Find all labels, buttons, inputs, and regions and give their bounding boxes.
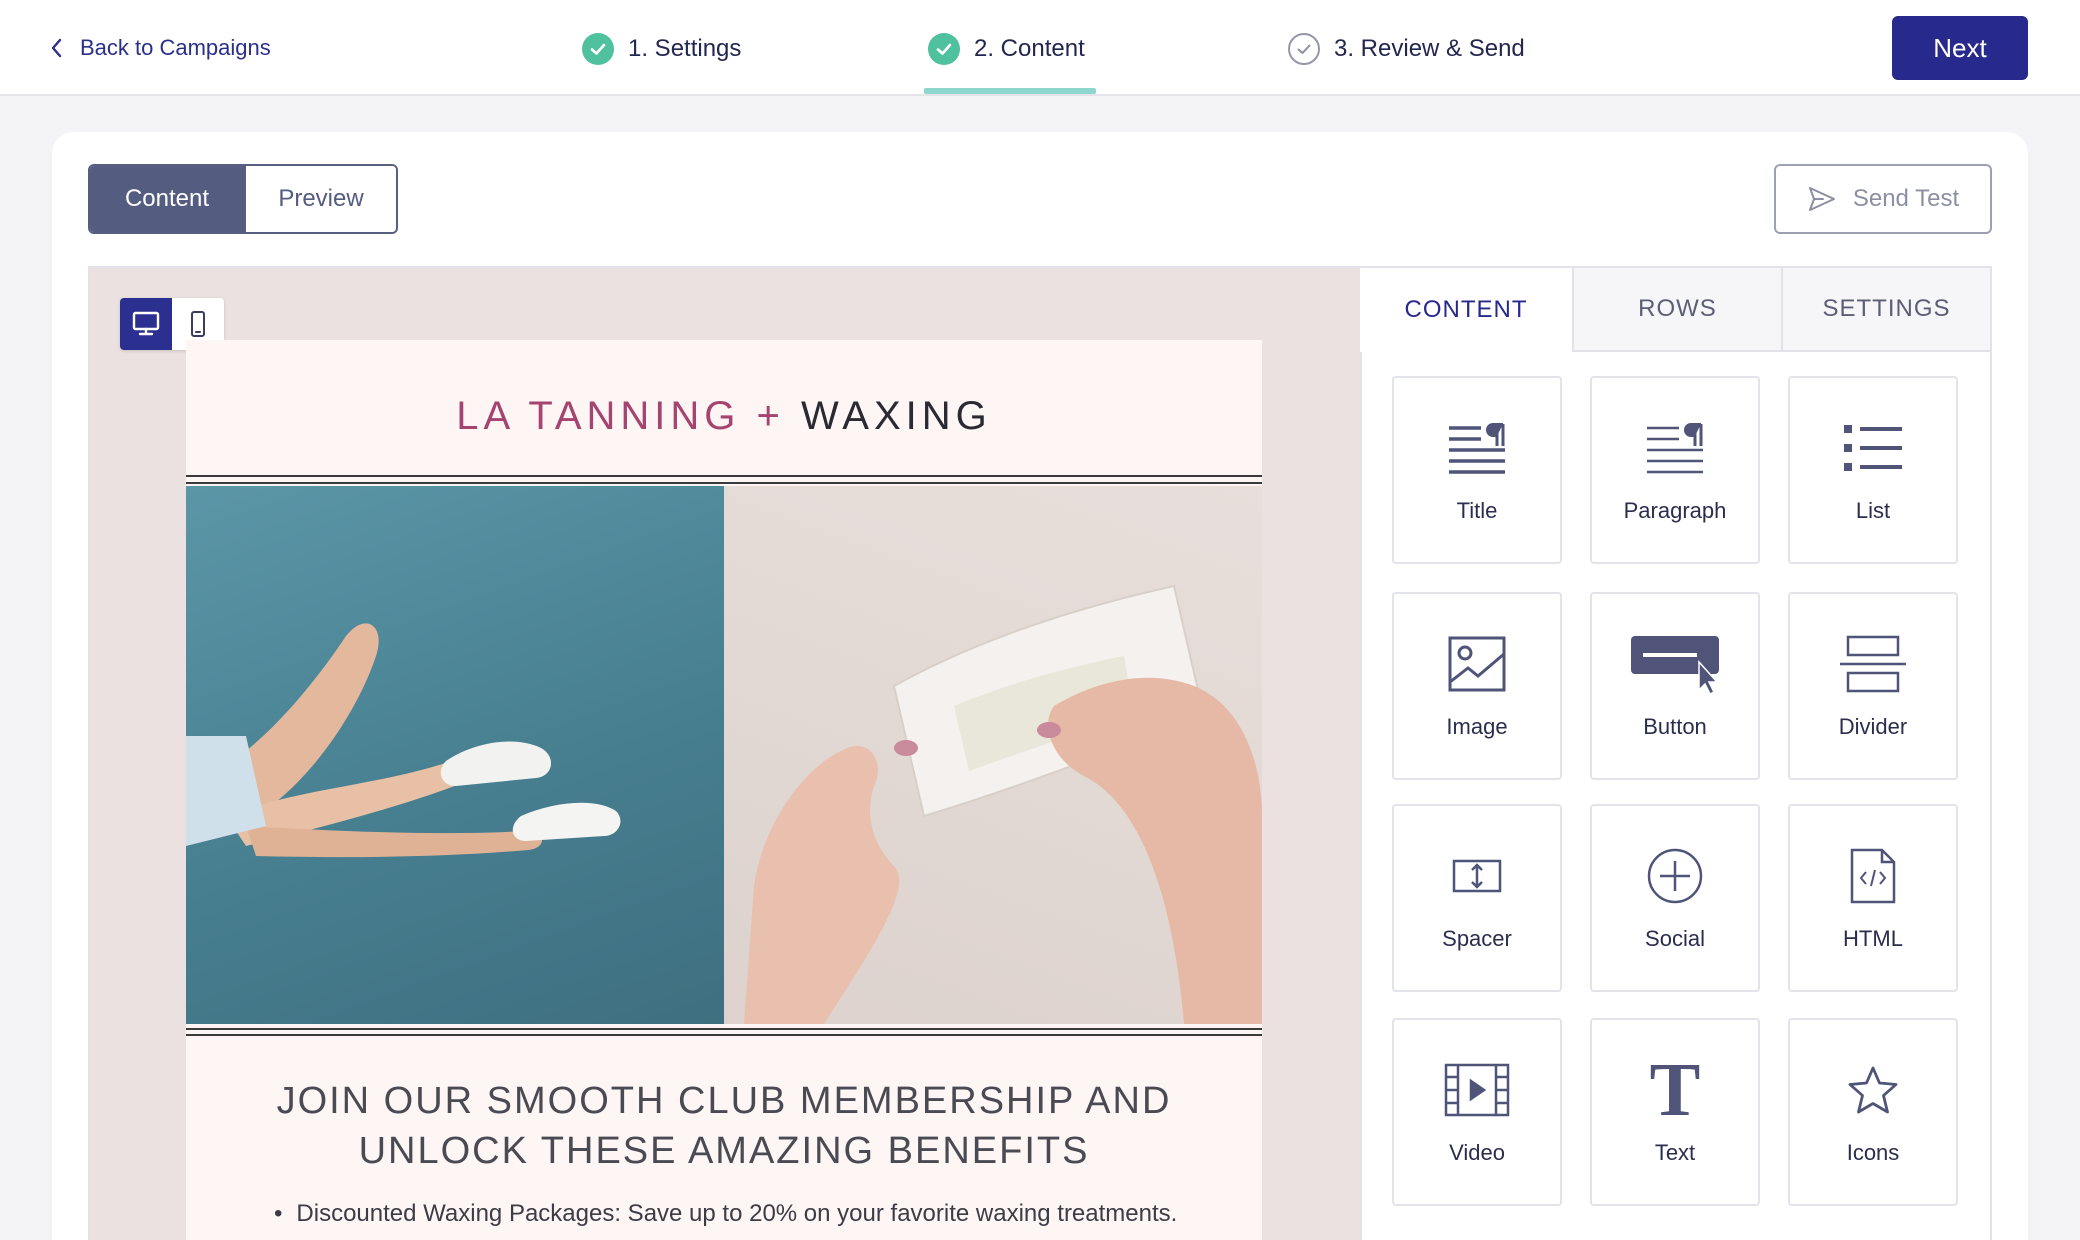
- step-label: 3. Review & Send: [1334, 35, 1525, 62]
- heading-line: UNLOCK THESE AMAZING BENEFITS: [358, 1130, 1090, 1172]
- divider-icon: [1790, 632, 1956, 696]
- block-label: List: [1855, 498, 1891, 523]
- benefit-list-item[interactable]: • Discounted Waxing Packages: Save up to…: [274, 1200, 1177, 1228]
- social-icon: [1592, 844, 1758, 908]
- tab-preview-view[interactable]: Preview: [244, 166, 396, 232]
- star-icon: [1790, 1058, 1956, 1122]
- block-social[interactable]: Social: [1590, 804, 1760, 992]
- next-button[interactable]: Next: [1892, 16, 2028, 80]
- send-icon: [1808, 187, 1835, 211]
- text-icon: T: [1649, 1048, 1701, 1132]
- membership-heading[interactable]: JOIN OUR SMOOTH CLUB MEMBERSHIP AND UNLO…: [186, 1076, 1262, 1176]
- send-test-label: Send Test: [1852, 185, 1960, 212]
- tab-settings[interactable]: SETTINGS: [1781, 268, 1990, 352]
- block-label: Social: [1645, 926, 1705, 951]
- chevron-left-icon: [51, 38, 62, 58]
- block-label: Spacer: [1442, 926, 1512, 951]
- panel-tabs: CONTENT ROWS SETTINGS: [1360, 268, 1990, 352]
- block-image[interactable]: Image: [1392, 592, 1562, 780]
- step-content[interactable]: 2. Content: [928, 30, 1085, 68]
- video-icon: [1394, 1058, 1560, 1122]
- list-icon: [1790, 416, 1956, 480]
- divider-line: [186, 482, 1262, 484]
- tab-content-view[interactable]: Content: [90, 166, 244, 232]
- check-circle-icon: [582, 33, 614, 65]
- desktop-view-button[interactable]: [120, 298, 172, 350]
- block-html[interactable]: HTML: [1788, 804, 1958, 992]
- tab-rows[interactable]: ROWS: [1572, 268, 1781, 352]
- block-paragraph[interactable]: Paragraph: [1590, 376, 1760, 564]
- bullet-icon: •: [274, 1200, 283, 1227]
- top-bar: Back to Campaigns 1. Settings 2. Content…: [0, 0, 2080, 96]
- brand-header[interactable]: LA TANNING + WAXING: [186, 394, 1262, 439]
- step-label: 1. Settings: [628, 35, 742, 62]
- title-icon: [1394, 416, 1560, 480]
- image-icon: [1394, 632, 1560, 696]
- block-icons[interactable]: Icons: [1788, 1018, 1958, 1206]
- step-review-send[interactable]: 3. Review & Send: [1288, 30, 1525, 68]
- step-settings[interactable]: 1. Settings: [582, 30, 741, 68]
- block-label: Image: [1446, 714, 1508, 739]
- block-label: Paragraph: [1623, 498, 1727, 523]
- brand-name-part2: WAXING: [801, 394, 992, 438]
- divider-line: [186, 475, 1262, 477]
- brand-name-part1: LA TANNING +: [456, 394, 785, 438]
- mobile-icon: [191, 311, 205, 337]
- heading-line: JOIN OUR SMOOTH CLUB MEMBERSHIP AND: [276, 1080, 1172, 1122]
- block-label: Video: [1449, 1140, 1505, 1165]
- email-preview: LA TANNING + WAXING JOIN OUR SMOOTH CLUB…: [186, 340, 1262, 1240]
- block-label: Title: [1456, 498, 1498, 523]
- step-label: 2. Content: [974, 35, 1085, 62]
- paragraph-icon: [1592, 416, 1758, 480]
- block-label: Text: [1654, 1140, 1696, 1165]
- block-title[interactable]: Title: [1392, 376, 1562, 564]
- block-list[interactable]: List: [1788, 376, 1958, 564]
- block-video[interactable]: Video: [1392, 1018, 1562, 1206]
- block-label: Divider: [1838, 714, 1908, 739]
- check-circle-icon: [928, 33, 960, 65]
- back-to-campaigns-link[interactable]: Back to Campaigns: [48, 30, 271, 66]
- check-circle-outline-icon: [1288, 33, 1320, 65]
- legs-photo[interactable]: [186, 486, 724, 1024]
- divider-line: [186, 1034, 1262, 1036]
- block-label: Icons: [1846, 1140, 1900, 1165]
- back-link-label: Back to Campaigns: [80, 35, 271, 60]
- block-label: HTML: [1843, 926, 1903, 951]
- html-icon: [1790, 844, 1956, 908]
- block-spacer[interactable]: Spacer: [1392, 804, 1562, 992]
- divider-line: [186, 1028, 1262, 1030]
- send-test-button[interactable]: Send Test: [1774, 164, 1992, 234]
- active-step-indicator: [924, 88, 1096, 94]
- block-label: Button: [1643, 714, 1707, 739]
- block-button[interactable]: Button: [1590, 592, 1760, 780]
- tab-content[interactable]: CONTENT: [1360, 268, 1572, 352]
- spacer-icon: [1394, 844, 1560, 908]
- benefit-text: Discounted Waxing Packages: Save up to 2…: [296, 1200, 1178, 1227]
- wax-strip-photo[interactable]: [724, 486, 1262, 1024]
- view-toggle: Content Preview: [88, 164, 398, 234]
- block-divider[interactable]: Divider: [1788, 592, 1958, 780]
- desktop-icon: [132, 311, 160, 336]
- button-icon: [1592, 632, 1758, 696]
- block-text[interactable]: T Text: [1590, 1018, 1760, 1206]
